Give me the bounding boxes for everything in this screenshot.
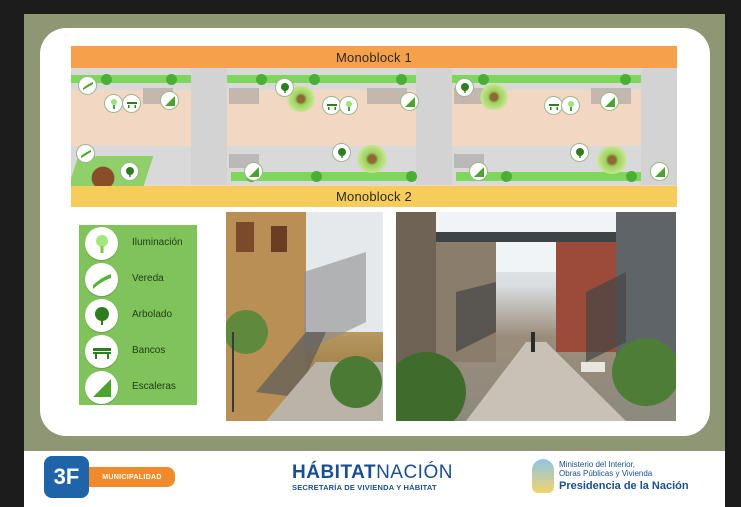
- path-marker: [79, 77, 96, 94]
- legend-item-vereda: Vereda: [79, 263, 197, 299]
- bench-marker: [545, 97, 562, 114]
- legend-label: Iluminación: [132, 237, 183, 248]
- habitat-nacion-logo: HÁBITATNACIÓN: [292, 462, 453, 484]
- shrub: [396, 74, 407, 85]
- lamp-marker: [105, 95, 122, 112]
- shrub: [406, 171, 417, 182]
- render-photo-right: [396, 212, 676, 421]
- legend-panel: Iluminación Vereda Arbolado Bancos Escal…: [79, 225, 197, 405]
- 3f-logo-text: 3F: [53, 464, 80, 489]
- national-seal-icon: [532, 459, 554, 493]
- legend-label: Escaleras: [132, 381, 176, 392]
- monoblock-1-label: Monoblock 1: [336, 49, 412, 65]
- shrub: [478, 74, 489, 85]
- tree-icon: [85, 299, 118, 332]
- legend-item-iluminacion: Iluminación: [79, 227, 197, 263]
- monoblock-1-bar: Monoblock 1: [71, 46, 677, 68]
- stairs-marker: [651, 163, 668, 180]
- tree-canopy: [356, 145, 388, 173]
- habitat-subtitle: SECRETARÍA DE VIVIENDA Y HÁBITAT: [292, 483, 437, 492]
- legend-label: Bancos: [132, 345, 166, 356]
- shrub: [256, 74, 267, 85]
- legend-label: Vereda: [132, 273, 164, 284]
- ministry-line-1: Ministerio del Interior,: [559, 460, 636, 469]
- shrub: [311, 171, 322, 182]
- shrub: [501, 171, 512, 182]
- habitat-title-bold: HÁBITAT: [292, 462, 377, 483]
- tree-canopy: [479, 84, 509, 110]
- shrub: [626, 171, 637, 182]
- lamp-icon: [85, 227, 118, 260]
- tree-marker: [571, 144, 588, 161]
- ministry-line-3: Presidencia de la Nación: [559, 480, 689, 492]
- tree-marker: [456, 79, 473, 96]
- municipality-label: MUNICIPALIDAD: [102, 473, 162, 481]
- legend-item-bancos: Bancos: [79, 335, 197, 371]
- stairs-icon: [85, 371, 118, 404]
- habitat-title-regular: NACIÓN: [376, 462, 453, 483]
- bench-marker: [123, 95, 140, 112]
- tree-marker: [276, 79, 293, 96]
- shade: [229, 88, 259, 104]
- connector-2: [416, 68, 452, 185]
- legend-item-arbolado: Arbolado: [79, 299, 197, 335]
- render-photo-left: [226, 212, 383, 421]
- monoblock-2-bar: Monoblock 2: [71, 186, 677, 207]
- 3f-logo: 3F: [44, 456, 89, 498]
- bench-icon: [85, 335, 118, 368]
- lamp-marker: [340, 97, 357, 114]
- site-plan: Monoblock 1 Monoblock 2: [71, 46, 677, 207]
- shrub: [309, 74, 320, 85]
- municipality-badge: MUNICIPALIDAD: [89, 467, 175, 487]
- shrub: [166, 74, 177, 85]
- path-icon: [85, 263, 118, 296]
- ministry-line-2: Obras Públicas y Vivienda: [559, 469, 653, 478]
- tree-canopy: [596, 146, 628, 174]
- bench-marker: [323, 97, 340, 114]
- path-marker: [77, 145, 94, 162]
- stairs-marker: [470, 163, 487, 180]
- tree-marker: [121, 163, 138, 180]
- monoblock-2-label: Monoblock 2: [336, 189, 412, 204]
- stairs-marker: [245, 163, 262, 180]
- lamp-marker: [562, 97, 579, 114]
- stairs-marker: [161, 92, 178, 109]
- legend-label: Arbolado: [132, 309, 173, 320]
- stairs-marker: [601, 93, 618, 110]
- tree-marker: [333, 144, 350, 161]
- stairs-marker: [401, 93, 418, 110]
- shrub: [620, 74, 631, 85]
- connector-1: [191, 68, 227, 185]
- shrub: [101, 74, 112, 85]
- legend-item-escaleras: Escaleras: [79, 371, 197, 407]
